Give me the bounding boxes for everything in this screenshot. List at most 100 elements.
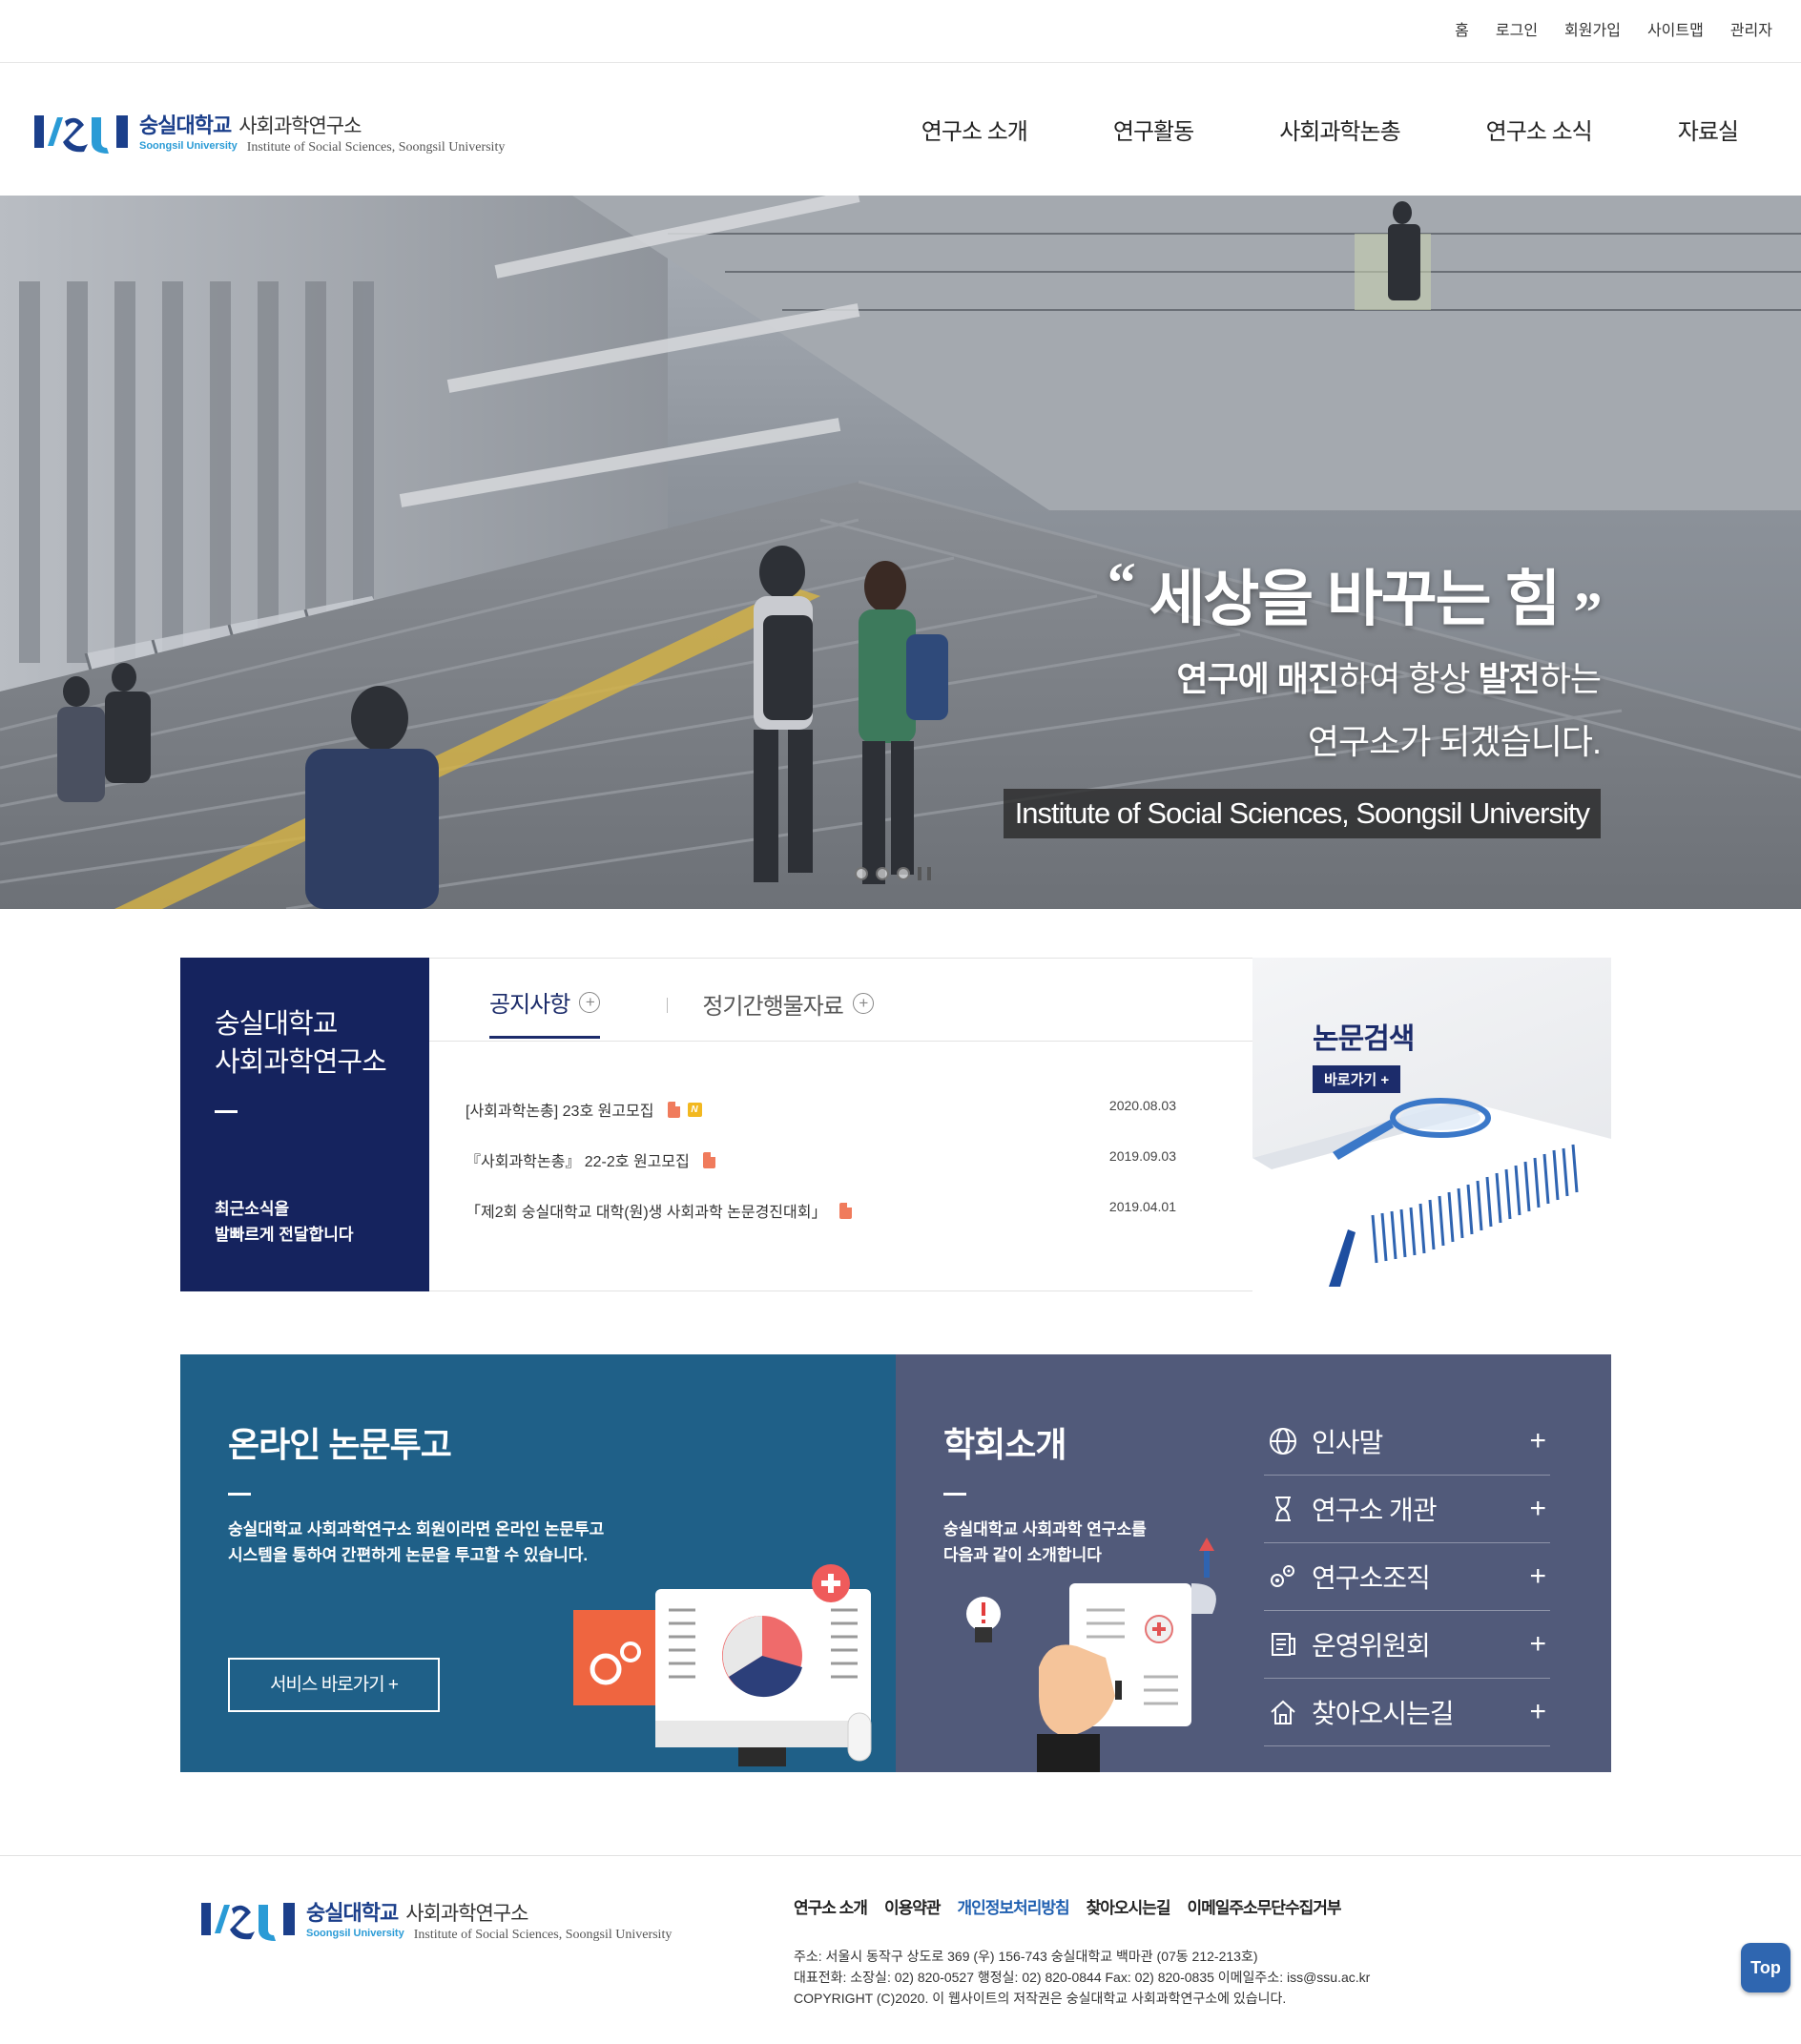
main-nav: 연구소 소개 연구활동 사회과학논총 연구소 소식 자료실 — [921, 113, 1739, 146]
file-icon — [839, 1202, 853, 1219]
util-join-link[interactable]: 회원가입 — [1564, 17, 1621, 40]
divider — [943, 1493, 966, 1496]
footer-info: 주소: 서울시 동작구 상도로 369 (우) 156-743 숭실대학교 백마… — [794, 1946, 1370, 2009]
service-go-button[interactable]: 서비스 바로가기 + — [228, 1658, 440, 1712]
notice-date: 2020.08.03 — [1108, 1098, 1176, 1113]
footer-link-terms[interactable]: 이용약관 — [884, 1894, 942, 1918]
hand-report-illustration-icon — [966, 1538, 1216, 1772]
society-intro-title: 학회소개 — [943, 1425, 1066, 1464]
logo-univ-name-en: Soongsil University — [139, 140, 238, 152]
site-logo[interactable]: 숭실대학교 사회과학연구소 Soongsil University Instit… — [34, 109, 505, 155]
slider-pause-icon[interactable] — [918, 867, 931, 880]
footer-link-about[interactable]: 연구소 소개 — [794, 1894, 868, 1918]
notice-title[interactable]: 『사회과학논총』 22-2호 원고모집 — [466, 1148, 690, 1171]
nav-journal[interactable]: 사회과학논총 — [1279, 113, 1400, 146]
util-sitemap-link[interactable]: 사이트맵 — [1647, 17, 1704, 40]
menu-directions[interactable]: 찾아오시는길 + — [1264, 1679, 1550, 1746]
logo-inst-name-en: Institute of Social Sciences, Soongsil U… — [413, 1928, 673, 1942]
logo-univ-name-en: Soongsil University — [306, 1928, 404, 1939]
hero-line-1: 연구에 매진하여 항상 발전하는 — [1176, 659, 1602, 698]
notice-list: [사회과학논총] 23호 원고모집 N 2020.08.03 『사회과학논총』 2… — [466, 1098, 1176, 1249]
notice-item[interactable]: 「제2회 숭실대학교 대학(원)생 사회과학 논문경진대회」 2019.04.0… — [466, 1199, 1176, 1249]
online-submission-panel: 온라인 논문투고 숭실대학교 사회과학연구소 회원이라면 온라인 논문투고 시스템… — [180, 1354, 896, 1772]
notice-item[interactable]: 『사회과학논총』 22-2호 원고모집 2019.09.03 — [466, 1148, 1176, 1199]
util-login-link[interactable]: 로그인 — [1496, 17, 1538, 40]
util-admin-link[interactable]: 관리자 — [1730, 17, 1772, 40]
society-menu: 인사말 + 연구소 개관 + 연구소조직 + 운영위원회 + 찾아오시는길 + — [1264, 1408, 1550, 1746]
scroll-top-button[interactable]: Top — [1741, 1943, 1791, 1992]
ssu-logo-mark-icon — [34, 114, 128, 154]
paper-search-card[interactable]: 논문검색 바로가기 + — [1252, 958, 1611, 1291]
footer-copyright: COPYRIGHT (C)2020. 이 웹사이트의 저작권은 숭실대학교 사회… — [794, 1991, 1287, 2006]
nav-archive[interactable]: 자료실 — [1678, 113, 1739, 146]
util-home-link[interactable]: 홈 — [1455, 17, 1469, 40]
notice-date: 2019.09.03 — [1108, 1148, 1176, 1164]
footer-link-directions[interactable]: 찾아오시는길 — [1087, 1894, 1171, 1918]
notebook-magnifier-icon — [1252, 1098, 1611, 1291]
menu-overview[interactable]: 연구소 개관 + — [1264, 1476, 1550, 1543]
hero-title: “ 세상을 바꾸는 힘 „ — [1107, 551, 1603, 633]
document-icon — [1272, 1633, 1295, 1656]
gears-icon — [1271, 1565, 1294, 1587]
monitor-chart-illustration-icon — [573, 1564, 872, 1766]
plus-icon: + — [1529, 1493, 1546, 1524]
online-submission-title: 온라인 논문투고 — [228, 1425, 452, 1464]
hero-banner: “ 세상을 바꾸는 힘 „ 연구에 매진하여 항상 발전하는 연구소가 되겠습니… — [0, 196, 1801, 909]
footer-logo[interactable]: 숭실대학교 사회과학연구소 Soongsil University Instit… — [201, 1896, 672, 1943]
menu-committee[interactable]: 운영위원회 + — [1264, 1611, 1550, 1679]
logo-inst-name: 사회과학연구소 — [405, 1903, 528, 1925]
plus-circle-icon[interactable]: + — [852, 993, 874, 1014]
menu-greeting[interactable]: 인사말 + — [1264, 1408, 1550, 1476]
menu-organization[interactable]: 연구소조직 + — [1264, 1543, 1550, 1611]
globe-icon — [1270, 1428, 1296, 1455]
divider — [228, 1493, 251, 1496]
notice-section: 숭실대학교 사회과학연구소 최근소식을 발빠르게 전달합니다 공지사항 + 정기간행물… — [180, 958, 1611, 1291]
ssu-logo-mark-icon — [201, 1902, 295, 1941]
notice-intro-desc: 최근소식을 발빠르게 전달합니다 — [215, 1200, 354, 1244]
tab-separator — [667, 998, 669, 1013]
nav-activities[interactable]: 연구활동 — [1113, 113, 1194, 146]
home-icon — [1271, 1700, 1295, 1724]
hero-line-2: 연구소가 되겠습니다. — [1307, 722, 1602, 761]
notice-intro-box: 숭실대학교 사회과학연구소 최근소식을 발빠르게 전달합니다 — [180, 958, 429, 1291]
nav-news[interactable]: 연구소 소식 — [1486, 113, 1593, 146]
notice-board: 공지사항 + 정기간행물자료 + [사회과학논총] 23호 원고모집 N 2020.0… — [429, 958, 1252, 1291]
logo-inst-name-en: Institute of Social Sciences, Soongsil U… — [246, 140, 506, 155]
tab-periodicals[interactable]: 정기간행물자료 + — [702, 987, 874, 1038]
divider — [215, 1110, 238, 1113]
header: 숭실대학교 사회과학연구소 Soongsil University Instit… — [0, 63, 1801, 196]
hourglass-icon — [1275, 1497, 1291, 1521]
footer-phone: 대표전화: 소장실: 02) 820-0527 행정실: 02) 820-084… — [794, 1970, 1371, 1985]
notice-intro-title: 숭실대학교 사회과학연구소 — [215, 1009, 387, 1078]
plus-circle-icon[interactable]: + — [579, 991, 601, 1013]
notice-title[interactable]: [사회과학논총] 23호 원고모집 — [466, 1098, 654, 1121]
slider-dot-2[interactable] — [876, 867, 889, 880]
notice-tabs: 공지사항 + 정기간행물자료 + — [489, 985, 874, 1039]
file-icon — [702, 1151, 715, 1168]
footer-link-privacy[interactable]: 개인정보처리방침 — [958, 1894, 1070, 1918]
notice-date: 2019.04.01 — [1108, 1199, 1176, 1214]
hero-copy: “ 세상을 바꾸는 힘 „ 연구에 매진하여 항상 발전하는 연구소가 되겠습니… — [1003, 550, 1603, 838]
slider-controls — [855, 867, 931, 880]
society-intro-panel: 학회소개 숭실대학교 사회과학 연구소를다음과 같이 소개합니다 인사말 + — [896, 1354, 1611, 1772]
notice-title[interactable]: 「제2회 숭실대학교 대학(원)생 사회과학 논문경진대회」 — [466, 1199, 826, 1222]
plus-icon: + — [1529, 1628, 1546, 1660]
slider-dot-1[interactable] — [855, 867, 868, 880]
new-badge-icon: N — [687, 1102, 702, 1117]
logo-univ-name: 숭실대학교 — [139, 114, 232, 137]
logo-inst-name: 사회과학연구소 — [238, 115, 362, 137]
footer: 숭실대학교 사회과학연구소 Soongsil University Instit… — [0, 1855, 1801, 2044]
plus-icon: + — [1529, 1560, 1546, 1592]
logo-univ-name: 숭실대학교 — [306, 1901, 399, 1925]
utility-bar: 홈 로그인 회원가입 사이트맵 관리자 — [0, 0, 1801, 63]
notice-item[interactable]: [사회과학논총] 23호 원고모집 N 2020.08.03 — [466, 1098, 1176, 1148]
footer-links: 연구소 소개 이용약관 개인정보처리방침 찾아오시는길 이메일주소무단수집거부 — [794, 1894, 1342, 1918]
slider-dot-3[interactable] — [897, 867, 910, 880]
tab-notice[interactable]: 공지사항 + — [489, 985, 601, 1039]
utility-links: 홈 로그인 회원가입 사이트맵 관리자 — [1455, 17, 1772, 40]
footer-link-email-refusal[interactable]: 이메일주소무단수집거부 — [1187, 1894, 1341, 1918]
file-icon — [667, 1101, 680, 1118]
plus-icon: + — [1529, 1425, 1546, 1456]
nav-about[interactable]: 연구소 소개 — [921, 113, 1028, 146]
footer-address: 주소: 서울시 동작구 상도로 369 (우) 156-743 숭실대학교 백마… — [794, 1949, 1258, 1964]
